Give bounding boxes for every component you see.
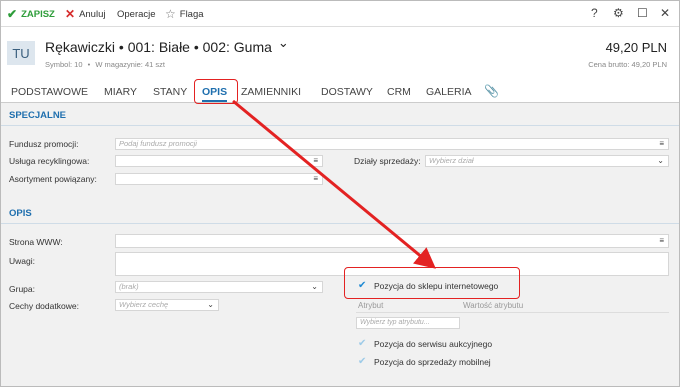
arrow-line xyxy=(232,99,436,269)
annotation-arrow xyxy=(232,99,436,269)
product-window: ✔ ZAPISZ ✕ Anuluj Operacje ☆ Flaga ? ⚙ ☐… xyxy=(0,0,680,387)
